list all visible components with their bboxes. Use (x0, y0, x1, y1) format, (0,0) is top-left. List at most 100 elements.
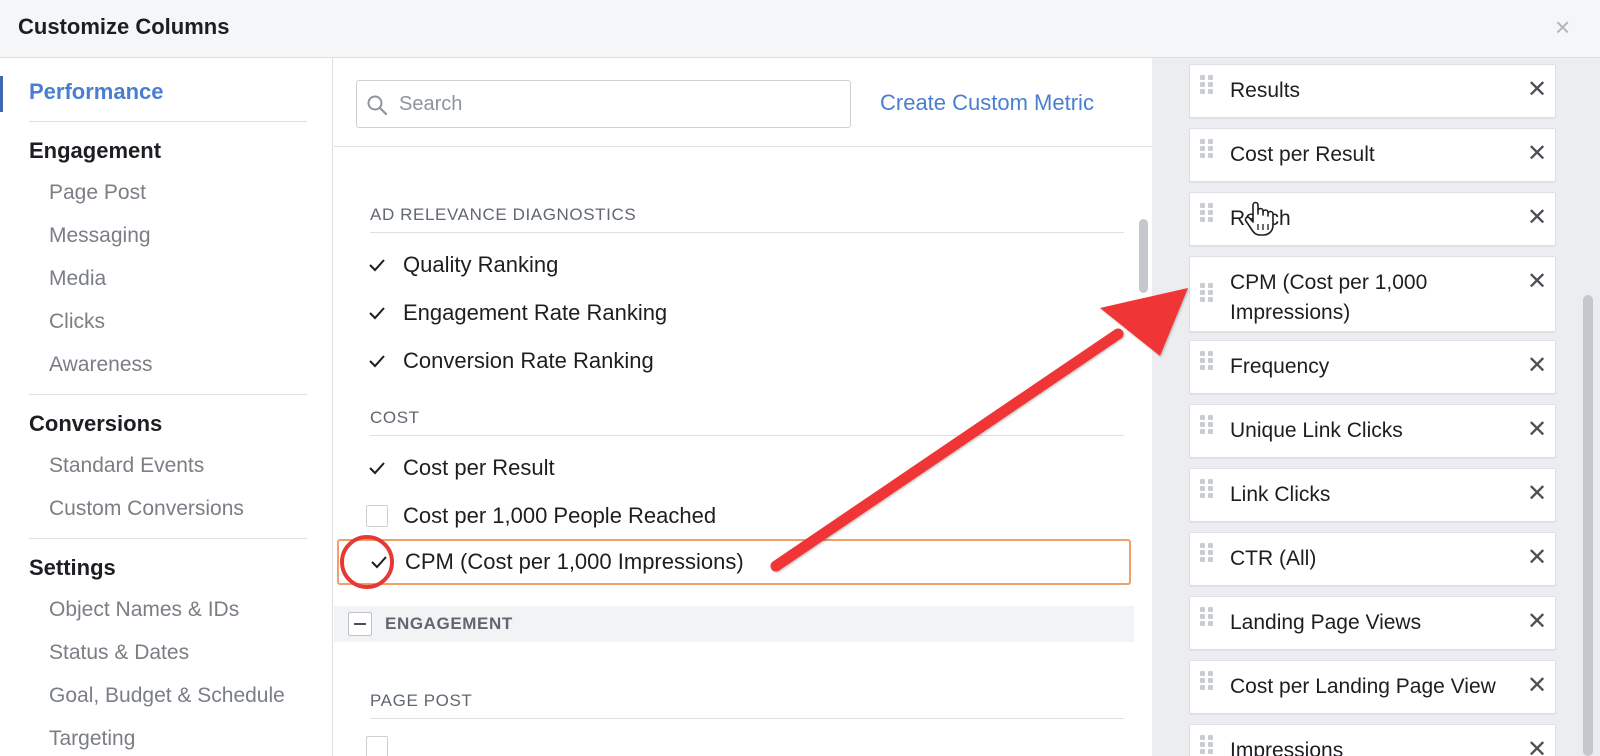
column-label: Frequency (1230, 355, 1330, 378)
drag-handle-icon[interactable] (1200, 351, 1214, 371)
metric-row-cpm[interactable]: CPM (Cost per 1,000 Impressions) (337, 539, 1131, 585)
modal-header: Customize Columns × (0, 0, 1600, 58)
selected-column-card[interactable]: Frequency ✕ (1189, 340, 1556, 394)
section-label-ad-relevance: AD RELEVANCE DIAGNOSTICS (370, 205, 637, 224)
column-label: Unique Link Clicks (1230, 419, 1403, 442)
metric-row-cost-per-result[interactable]: Cost per Result (334, 445, 1152, 491)
close-icon[interactable]: × (1555, 14, 1570, 40)
column-label: Link Clicks (1230, 483, 1331, 506)
drag-handle-icon[interactable] (1200, 607, 1214, 627)
close-icon[interactable]: ✕ (1523, 480, 1551, 508)
metric-label: Cost per Result (403, 455, 555, 480)
close-icon[interactable]: ✕ (1523, 736, 1551, 756)
search-icon (367, 95, 388, 116)
drag-handle-icon[interactable] (1200, 479, 1214, 499)
drag-handle-icon[interactable] (1200, 735, 1214, 755)
drag-handle-icon[interactable] (1200, 671, 1214, 691)
selected-column-card[interactable]: CPM (Cost per 1,000 Impressions) ✕ (1189, 256, 1556, 332)
column-label: CPM (Cost per 1,000 Impressions) (1230, 271, 1428, 324)
scrollbar[interactable] (1134, 147, 1152, 756)
close-icon[interactable]: ✕ (1523, 204, 1551, 232)
sidebar-item-goal-budget-schedule[interactable]: Goal, Budget & Schedule (49, 684, 285, 708)
metric-label: Quality Ranking (403, 252, 559, 277)
selected-column-card[interactable]: Cost per Landing Page View ✕ (1189, 660, 1556, 714)
section-divider (370, 232, 1124, 233)
search-input[interactable] (399, 83, 839, 125)
group-label: ENGAGEMENT (385, 614, 513, 633)
selected-column-card[interactable]: Link Clicks ✕ (1189, 468, 1556, 522)
sidebar-item-clicks[interactable]: Clicks (49, 310, 105, 334)
close-icon[interactable]: ✕ (1523, 268, 1551, 296)
drag-handle-icon[interactable] (1200, 203, 1214, 223)
drag-handle-icon[interactable] (1200, 75, 1214, 95)
column-label: Cost per Landing Page View (1230, 675, 1496, 698)
sidebar-heading-conversions[interactable]: Conversions (29, 411, 162, 437)
metric-row-cost-per-1000-reached[interactable]: Cost per 1,000 People Reached (334, 493, 1152, 539)
sidebar-item-media[interactable]: Media (49, 267, 106, 291)
close-icon[interactable]: ✕ (1523, 416, 1551, 444)
selected-column-card[interactable]: Unique Link Clicks ✕ (1189, 404, 1556, 458)
checkbox[interactable] (366, 302, 388, 324)
category-sidebar: Performance Engagement Page Post Messagi… (0, 58, 333, 756)
metric-label: Cost per 1,000 People Reached (403, 503, 717, 528)
close-icon[interactable]: ✕ (1523, 140, 1551, 168)
check-icon (369, 259, 385, 272)
sidebar-item-status-dates[interactable]: Status & Dates (49, 641, 189, 665)
checkbox[interactable] (366, 736, 388, 756)
scrollbar-thumb[interactable] (1139, 219, 1148, 293)
close-icon[interactable]: ✕ (1523, 544, 1551, 572)
metrics-panel: Create Custom Metric AD RELEVANCE DIAGNO… (334, 58, 1152, 756)
section-divider (370, 718, 1124, 719)
drag-handle-icon[interactable] (1200, 415, 1214, 435)
sidebar-item-page-post[interactable]: Page Post (49, 181, 146, 205)
checkbox[interactable] (366, 350, 388, 372)
drag-handle-icon[interactable] (1200, 139, 1214, 159)
section-label-page-post: PAGE POST (370, 691, 473, 710)
metric-label: CPM (Cost per 1,000 Impressions) (405, 549, 744, 574)
selected-column-card[interactable]: Results ✕ (1189, 64, 1556, 118)
column-label: Impressions (1230, 739, 1344, 756)
metric-row-conversion-rate-ranking[interactable]: Conversion Rate Ranking (334, 338, 1152, 384)
selected-column-card[interactable]: Landing Page Views ✕ (1189, 596, 1556, 650)
selected-column-card[interactable]: Impressions ✕ (1189, 724, 1556, 756)
active-indicator (0, 76, 3, 112)
drag-handle-icon[interactable] (1200, 283, 1214, 303)
column-label: Results (1230, 79, 1301, 102)
metric-label: Conversion Rate Ranking (403, 348, 654, 373)
sidebar-heading-performance[interactable]: Performance (29, 79, 164, 105)
engagement-group-header[interactable]: ENGAGEMENT (334, 606, 1134, 642)
selected-column-card[interactable]: Cost per Result ✕ (1189, 128, 1556, 182)
sidebar-item-object-names[interactable]: Object Names & IDs (49, 598, 239, 622)
column-label: Reach (1230, 207, 1291, 230)
column-label: CTR (All) (1230, 547, 1317, 570)
selected-column-card[interactable]: Reach ✕ (1189, 192, 1556, 246)
sidebar-heading-engagement[interactable]: Engagement (29, 138, 161, 164)
sidebar-item-messaging[interactable]: Messaging (49, 224, 151, 248)
close-icon[interactable]: ✕ (1523, 76, 1551, 104)
metric-row-engagement-rate-ranking[interactable]: Engagement Rate Ranking (334, 290, 1152, 336)
scrollbar-thumb[interactable] (1583, 295, 1593, 756)
sidebar-item-custom-conversions[interactable]: Custom Conversions (49, 497, 244, 521)
sidebar-item-standard-events[interactable]: Standard Events (49, 454, 204, 478)
checkbox[interactable] (366, 457, 388, 479)
sidebar-item-targeting[interactable]: Targeting (49, 727, 135, 751)
check-icon (369, 355, 385, 368)
check-icon (369, 462, 385, 475)
check-icon (369, 307, 385, 320)
close-icon[interactable]: ✕ (1523, 352, 1551, 380)
metric-row-quality-ranking[interactable]: Quality Ranking (334, 242, 1152, 288)
sidebar-heading-settings[interactable]: Settings (29, 555, 116, 581)
search-box[interactable] (356, 80, 851, 128)
close-icon[interactable]: ✕ (1523, 672, 1551, 700)
close-icon[interactable]: ✕ (1523, 608, 1551, 636)
metric-label: Engagement Rate Ranking (403, 300, 668, 325)
checkbox[interactable] (366, 254, 388, 276)
checkbox[interactable] (366, 505, 388, 527)
sidebar-item-awareness[interactable]: Awareness (49, 353, 153, 377)
create-custom-metric-link[interactable]: Create Custom Metric (880, 90, 1094, 116)
section-divider (370, 435, 1124, 436)
minus-icon[interactable] (348, 612, 372, 636)
selected-column-card[interactable]: CTR (All) ✕ (1189, 532, 1556, 586)
drag-handle-icon[interactable] (1200, 543, 1214, 563)
sidebar-divider (29, 394, 307, 395)
